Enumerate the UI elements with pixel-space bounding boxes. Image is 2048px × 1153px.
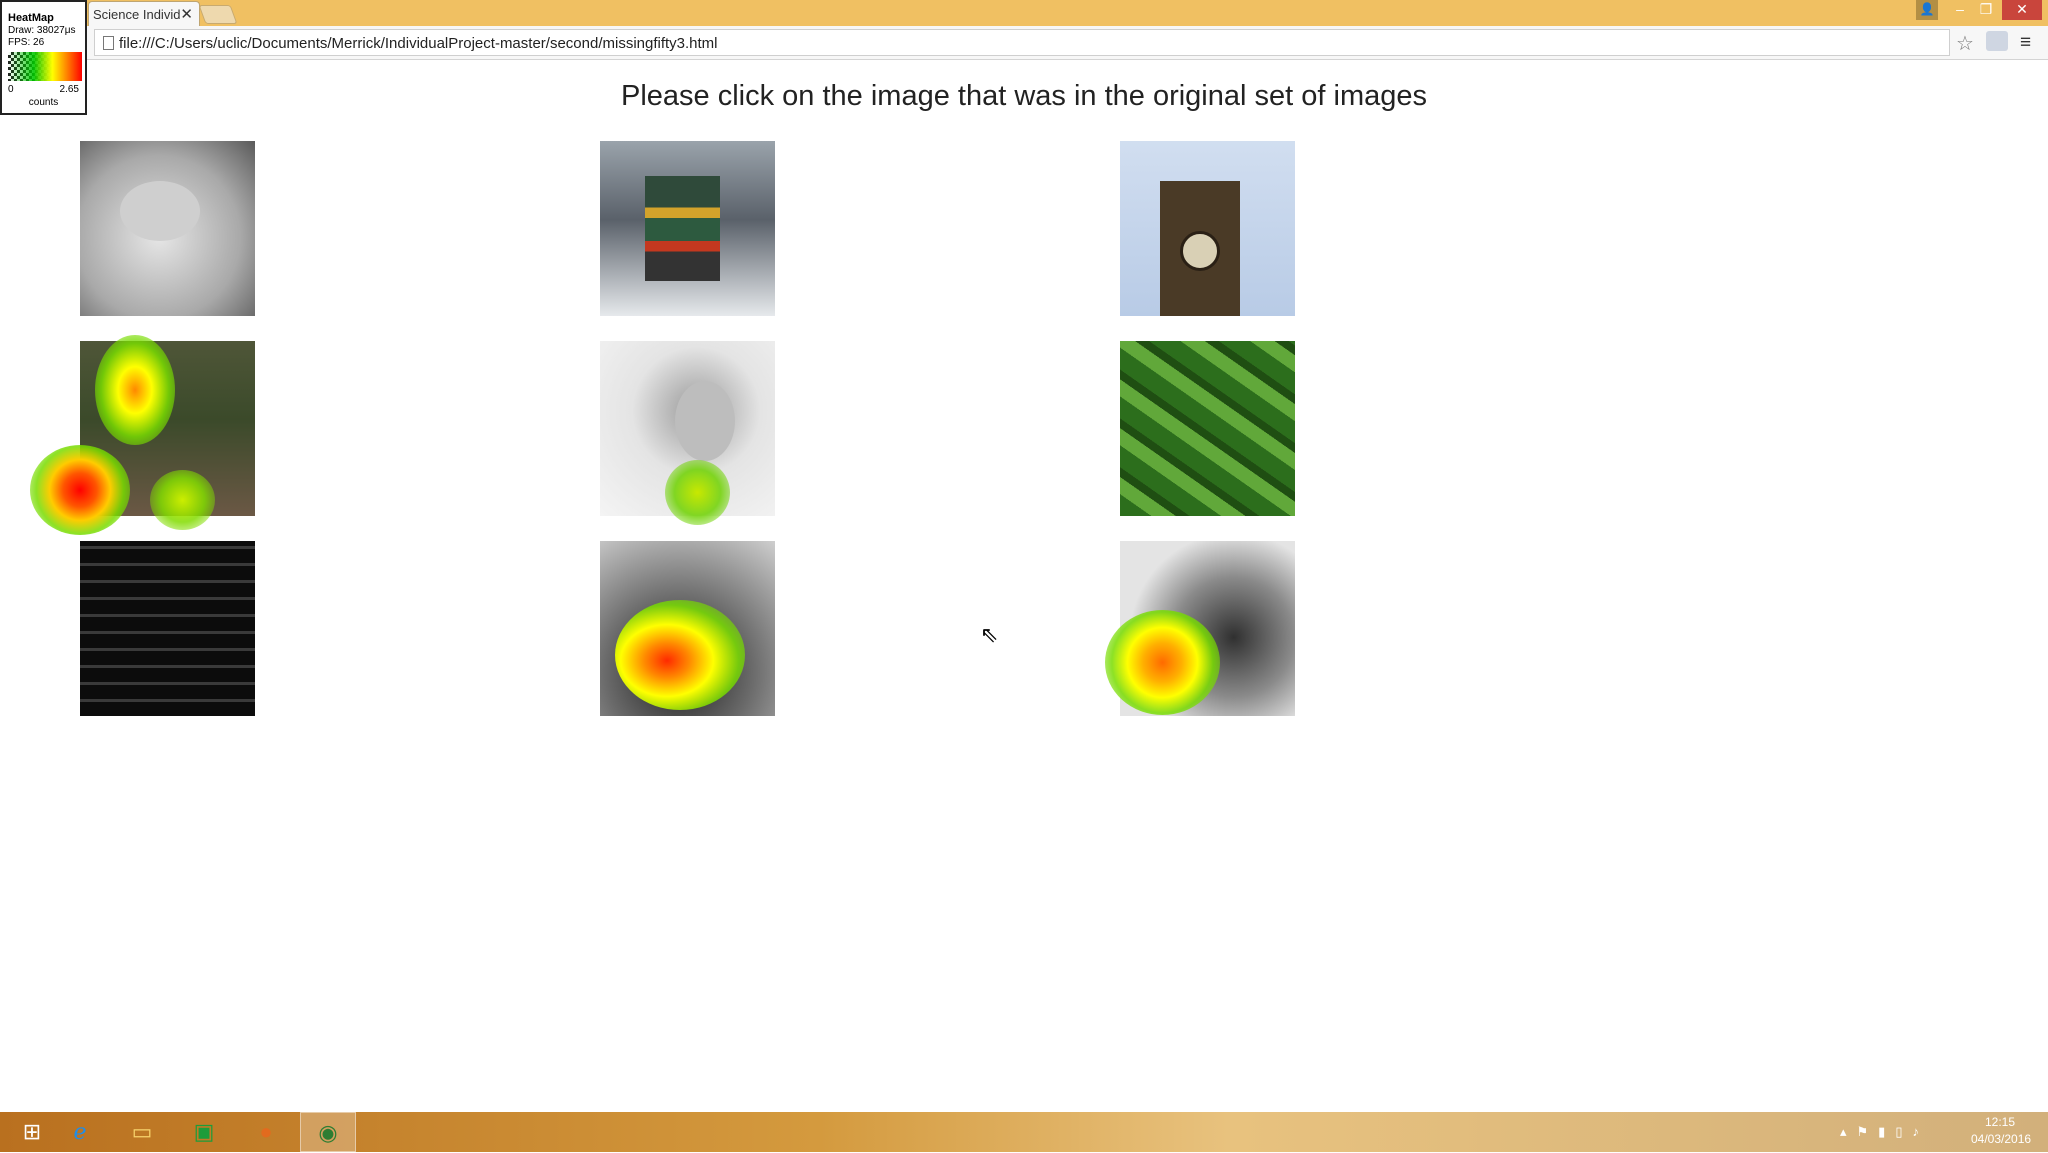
woman-face-shape [675,381,735,461]
image-bird[interactable] [1120,541,1295,716]
star-icon[interactable]: ☆ [1956,31,1974,56]
heatmap-fps: FPS: 26 [8,37,45,48]
image-sleeping-baby[interactable] [80,141,255,316]
heatmap-legend: HeatMap Draw: 38027μs FPS: 26 0 2.65 cou… [0,0,87,115]
file-explorer-icon[interactable]: ▭ [114,1112,170,1152]
image-food-plate[interactable] [600,541,775,716]
page-prompt: Please click on the image that was in th… [621,80,1427,112]
image-forest-path[interactable] [80,341,255,516]
image-big-ben[interactable] [1120,141,1295,316]
new-tab-button[interactable] [198,5,238,24]
hamburger-menu-icon[interactable]: ≡ [2020,32,2031,54]
heatmap-draw-time: Draw: 38027μs [8,25,76,36]
heatmap-color-scale [8,52,82,81]
clock-face-shape [1180,231,1220,271]
firefox-icon[interactable]: ● [238,1112,294,1152]
image-train[interactable] [600,141,775,316]
image-keyboard[interactable] [80,541,255,716]
clock-time[interactable]: 12:15 [1985,1115,2015,1129]
internet-explorer-icon[interactable]: ℯ [52,1112,108,1152]
minimize-button[interactable]: – [1948,0,1972,20]
system-tray-icons[interactable]: ▴⚑▮▯♪ [1840,1124,1929,1140]
address-bar[interactable]: file:///C:/Users/uclic/Documents/Merrick… [94,29,1950,56]
maximize-button[interactable]: ❐ [1974,0,1998,20]
baby-face-shape [120,181,200,241]
heatmap-title: HeatMap [8,12,54,24]
extension-icon[interactable] [1986,31,2008,51]
store-icon[interactable]: ▣ [176,1112,232,1152]
close-window-button[interactable]: ✕ [2002,0,2042,20]
locomotive-shape [645,176,720,281]
tab-close-icon[interactable]: ✕ [180,5,193,23]
windows-taskbar: ⊞ ℯ ▭ ▣ ● ◉ ▴⚑▮▯♪ 12:15 04/03/2016 [0,1112,2048,1152]
clock-date[interactable]: 04/03/2016 [1971,1132,2031,1146]
chrome-icon[interactable]: ◉ [300,1112,356,1152]
browser-toolbar: file:///C:/Users/uclic/Documents/Merrick… [0,26,2048,60]
image-cucumbers[interactable] [1120,341,1295,516]
url-text[interactable]: file:///C:/Users/uclic/Documents/Merrick… [119,35,718,52]
browser-title-bar: Science Individ ✕ 👤 – ❐ ✕ [0,0,2048,26]
tab-title: Science Individ [93,7,181,22]
user-profile-icon[interactable]: 👤 [1916,0,1938,20]
page-icon [103,36,114,50]
mouse-cursor-icon: ⇖ [980,622,999,647]
heatmap-unit: counts [28,97,59,108]
heatmap-scale-max: 2.65 [59,84,79,95]
image-woman-hood[interactable] [600,341,775,516]
browser-tab[interactable]: Science Individ ✕ [88,1,200,26]
heatmap-scale-min: 0 [8,84,14,95]
